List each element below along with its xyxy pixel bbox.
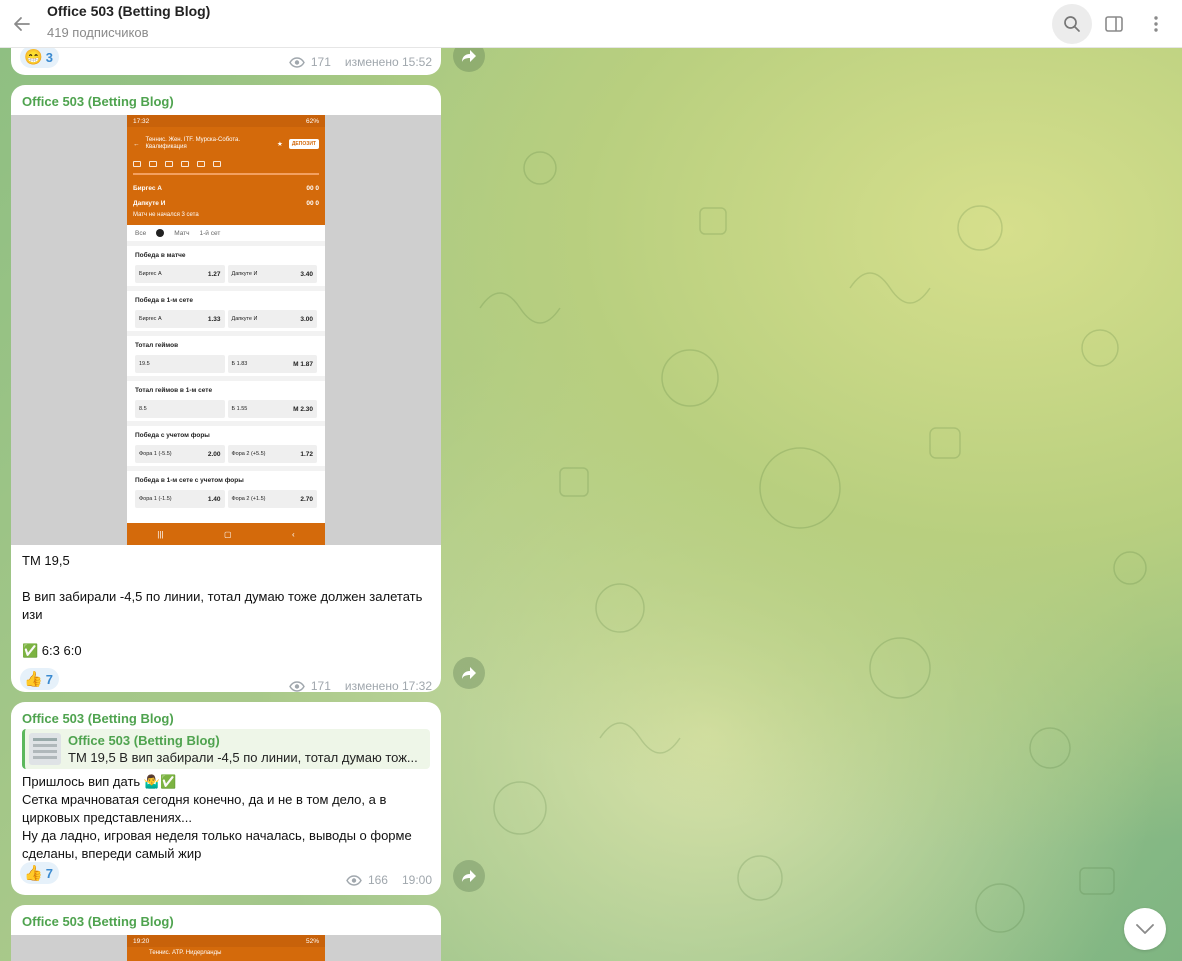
phone-tab-dot (156, 229, 165, 237)
message-bubble: Office 503 (Betting Blog) 19:20 52% Тенн… (11, 905, 441, 961)
event-title: Теннис. ATP. Нидерланды (149, 950, 222, 956)
reply-author: Office 503 (Betting Blog) (68, 733, 220, 748)
views-eye-icon (289, 56, 305, 68)
forward-button[interactable] (453, 860, 485, 892)
message-bubble: Office 503 (Betting Blog) Office 503 (Be… (11, 702, 441, 895)
thumbs-up-emoji-icon: 👍 (24, 671, 43, 688)
phone-tab: Все (135, 229, 147, 237)
thumbs-up-emoji-icon: 👍 (24, 865, 43, 882)
player-score: 00 0 (306, 200, 319, 207)
reaction-count: 7 (45, 865, 53, 881)
phone-nav-bar: ||| ▢ ‹ (127, 523, 325, 545)
player-name: Дапкуте И (133, 200, 166, 207)
subscriber-count: 419 подписчиков (47, 24, 149, 40)
message-author[interactable]: Office 503 (Betting Blog) (11, 702, 441, 726)
phone-screenshot: 17:32 62% ← Теннис. Жен. ITF. Мурска-Соб… (127, 115, 325, 545)
bet-screenshot-image[interactable]: 17:32 62% ← Теннис. Жен. ITF. Мурска-Соб… (11, 115, 441, 545)
bet-section: Победа в матче Биргес А 1.27 Дапкуте И 3.4… (127, 241, 325, 286)
phone-back-icon: ← (133, 140, 140, 148)
phone-tab: Матч (174, 229, 190, 237)
reaction-chip[interactable]: 😁 3 (20, 46, 59, 68)
search-icon[interactable] (1052, 3, 1092, 44)
phone-status-time: 17:32 (133, 117, 150, 125)
back-arrow-icon[interactable] (0, 0, 44, 48)
view-count: 166 (367, 873, 388, 887)
reaction-count: 3 (45, 49, 53, 65)
match-status: Матч не начался 3 сета (133, 212, 199, 218)
channel-info[interactable]: Office 503 (Betting Blog) 419 подписчико… (47, 3, 210, 42)
phone-tab: 1-й сет (199, 229, 221, 237)
edited-time: изменено 15:52 (344, 55, 432, 69)
views-eye-icon (346, 874, 362, 886)
event-title: Теннис. Жен. ITF. Мурска-Собота. Квалифи… (145, 137, 241, 150)
channel-title: Office 503 (Betting Blog) (47, 2, 211, 19)
bet-section: Победа с учетом форы Фора 1 (-5.5) 2.00 Ф… (127, 421, 325, 466)
phone-screenshot: 19:20 52% Теннис. ATP. Нидерланды (127, 935, 325, 961)
player-name: Биргес А (133, 185, 162, 192)
message-bubble: Office 503 (Betting Blog) 17:32 62% ← Те… (11, 85, 441, 692)
message-author[interactable]: Office 503 (Betting Blog) (11, 85, 441, 109)
views-eye-icon (289, 680, 305, 692)
message-text: ТМ 19,5 В вип забирали -4,5 по линии, то… (22, 553, 423, 658)
phone-battery: 52% (305, 937, 319, 945)
sidebar-toggle-icon[interactable] (1094, 4, 1134, 44)
reply-preview[interactable]: Office 503 (Betting Blog) ТМ 19,5 В вип … (22, 729, 430, 769)
forward-button[interactable] (453, 657, 485, 689)
scroll-to-bottom-button[interactable] (1124, 908, 1166, 950)
bet-screenshot-image[interactable]: 19:20 52% Теннис. ATP. Нидерланды (11, 935, 441, 961)
message-text: Пришлось вип дать 🤷‍♂️✅ Сетка мрачновата… (22, 774, 412, 861)
reaction-chip[interactable]: 👍 7 (20, 668, 59, 690)
bet-section: Тотал геймов в 1-м сете 8.5 Б 1.55 М 2.30 (127, 376, 325, 421)
view-count: 171 (310, 55, 331, 69)
phone-battery: 62% (305, 117, 319, 125)
message-author[interactable]: Office 503 (Betting Blog) (11, 905, 441, 929)
phone-status-time: 19:20 (133, 937, 150, 945)
player-score: 00 0 (306, 185, 319, 192)
grin-emoji-icon: 😁 (24, 49, 43, 66)
reply-text: ТМ 19,5 В вип забирали -4,5 по линии, то… (68, 750, 418, 765)
reaction-count: 7 (45, 671, 53, 687)
message-time: 19:00 (401, 873, 432, 887)
more-vertical-icon[interactable] (1136, 4, 1176, 44)
star-icon: ★ (277, 141, 283, 148)
bet-section: Победа в 1-м сете с учетом форы Фора 1 (… (127, 466, 325, 511)
reply-thumbnail (29, 733, 61, 765)
bet-section: Тотал геймов 19.5 Б 1.83 М 1.87 (127, 331, 325, 376)
view-count: 171 (310, 679, 331, 692)
chat-header: Office 503 (Betting Blog) 419 подписчико… (0, 0, 1182, 48)
chevron-down-icon (1136, 924, 1154, 934)
bet-section: Победа в 1-м сете Биргес А 1.33 Дапкуте И… (127, 286, 325, 331)
reaction-chip[interactable]: 👍 7 (20, 862, 59, 884)
deposit-label: ДЕПОЗИТ (288, 139, 319, 149)
edited-time: изменено 17:32 (344, 679, 432, 692)
